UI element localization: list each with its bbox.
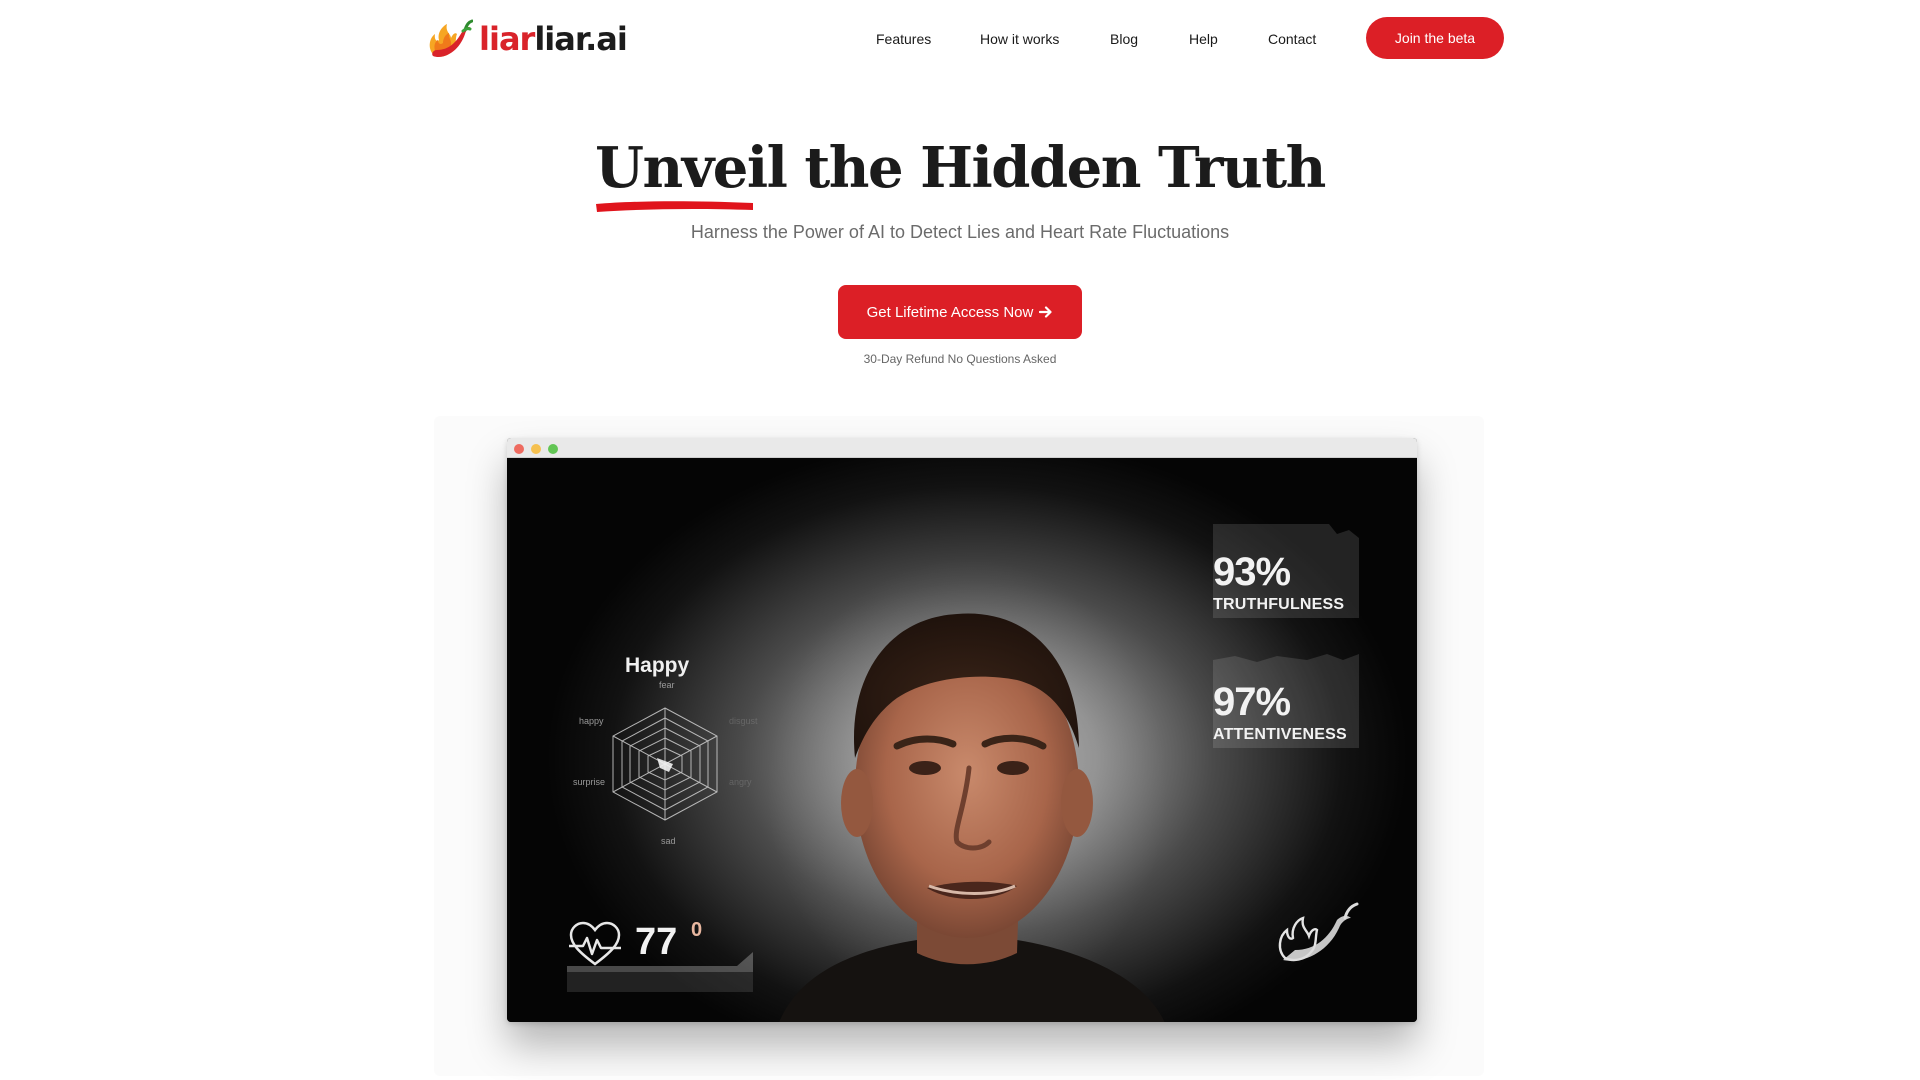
demo-video-frame: Happy fear disgust angry sad surprise ha… — [507, 458, 1417, 1022]
demo-window: Happy fear disgust angry sad surprise ha… — [507, 438, 1417, 1022]
nav-how-it-works[interactable]: How it works — [980, 30, 1059, 48]
arrow-right-icon — [1039, 306, 1052, 318]
window-titlebar — [507, 438, 1417, 458]
red-underline-decoration — [596, 201, 754, 212]
nav-blog[interactable]: Blog — [1110, 30, 1138, 48]
nav-features[interactable]: Features — [876, 30, 931, 48]
heart-pulse-icon — [569, 921, 621, 966]
attentiveness-value: 97% — [1213, 680, 1291, 724]
truthfulness-value: 93% — [1213, 550, 1291, 594]
window-minimize-dot — [531, 444, 541, 454]
window-close-dot — [514, 444, 524, 454]
radar-label-surprise: surprise — [573, 777, 606, 787]
nav-contact[interactable]: Contact — [1268, 30, 1316, 48]
chili-watermark-icon — [1278, 902, 1359, 962]
nav-help[interactable]: Help — [1189, 30, 1218, 48]
attentiveness-label: ATTENTIVENESS — [1213, 726, 1347, 743]
radar-label-sad: sad — [661, 836, 676, 846]
heart-rate-delta: 0 — [691, 919, 703, 941]
site-header: liarliar.ai Features How it works Blog H… — [0, 0, 1920, 80]
window-maximize-dot — [548, 444, 558, 454]
truthfulness-label: TRUTHFULNESS — [1213, 596, 1345, 613]
truthfulness-metric: 93% TRUTHFULNESS — [1211, 524, 1359, 618]
cta-label: Get Lifetime Access Now — [866, 303, 1034, 321]
radar-label-happy: happy — [579, 716, 604, 726]
radar-label-fear: fear — [659, 680, 675, 690]
hero-title: Unveil the Hidden Truth — [0, 128, 1920, 212]
main-nav: Features How it works Blog Help Contact — [0, 0, 1920, 78]
radar-label-angry: angry — [729, 777, 752, 787]
hero-subtitle: Harness the Power of AI to Detect Lies a… — [690, 222, 1230, 242]
hero-title-highlight: Unveil — [595, 128, 788, 212]
emotion-radar-chart — [612, 707, 718, 821]
get-lifetime-access-button[interactable]: Get Lifetime Access Now — [838, 285, 1082, 339]
join-beta-button[interactable]: Join the beta — [1366, 17, 1504, 59]
heart-rate-value: 77 — [635, 921, 678, 963]
refund-note: 30-Day Refund No Questions Asked — [863, 352, 1057, 366]
attentiveness-metric: 97% ATTENTIVENESS — [1211, 654, 1359, 748]
radar-label-disgust: disgust — [729, 716, 758, 726]
hero-title-rest: the Hidden Truth — [786, 135, 1326, 201]
emotion-label: Happy — [625, 654, 690, 677]
speaker-figure — [779, 613, 1165, 1022]
